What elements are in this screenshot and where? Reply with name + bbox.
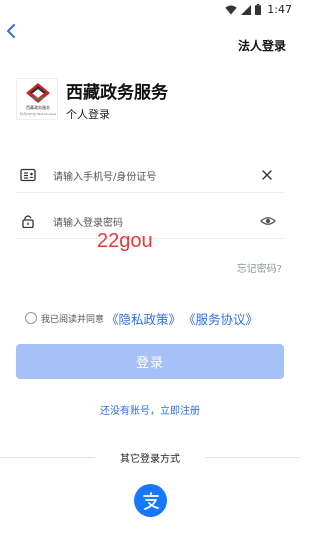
- header: 法人登录: [0, 20, 300, 60]
- status-bar: 1:47: [0, 0, 300, 20]
- divider-right: [205, 457, 300, 458]
- back-arrow-icon[interactable]: [4, 22, 20, 40]
- battery-icon: [255, 4, 262, 15]
- login-type-subtitle: 个人登录: [66, 108, 110, 121]
- app-logo: 西藏政务服务 སྲིད་དོན་ཞབས་ཞུ། Tibet Gov Servic…: [16, 78, 58, 120]
- corporate-login-link[interactable]: 法人登录: [238, 37, 286, 54]
- lock-icon: [22, 215, 34, 228]
- logo-emblem-icon: [26, 83, 50, 103]
- signal-icon: [241, 4, 252, 15]
- clear-icon[interactable]: [260, 168, 274, 182]
- status-time: 1:47: [267, 3, 292, 16]
- phone-id-field[interactable]: 请输入手机号/身份证号: [16, 157, 284, 193]
- agreement-checkbox[interactable]: [25, 312, 37, 324]
- register-link[interactable]: 还没有账号，立即注册: [0, 402, 300, 417]
- logo-subcaption: སྲིད་དོན་ཞབས་ཞུ། Tibet Gov Service: [20, 113, 56, 116]
- forgot-password-link[interactable]: 忘记密码?: [237, 260, 282, 275]
- service-agreement-link[interactable]: 《服务协议》: [183, 309, 258, 328]
- agreement-text: 我已阅读并同意: [41, 314, 105, 325]
- login-button[interactable]: 登录: [16, 344, 284, 379]
- id-card-icon: [20, 168, 36, 182]
- eye-icon[interactable]: [260, 214, 276, 228]
- watermark-text: 22gou: [97, 230, 153, 252]
- alipay-login-button[interactable]: [134, 484, 167, 517]
- privacy-policy-link[interactable]: 《隐私政策》: [106, 309, 181, 328]
- alipay-icon: [142, 491, 159, 510]
- phone-id-input[interactable]: 请输入手机号/身份证号: [53, 168, 156, 183]
- status-icons: 1:47: [225, 3, 292, 16]
- password-input[interactable]: 请输入登录密码: [53, 214, 123, 229]
- agreement-row: 我已阅读并同意 《隐私政策》 《服务协议》: [25, 308, 258, 328]
- app-title: 西藏政务服务: [66, 83, 168, 103]
- wifi-icon: [225, 5, 237, 14]
